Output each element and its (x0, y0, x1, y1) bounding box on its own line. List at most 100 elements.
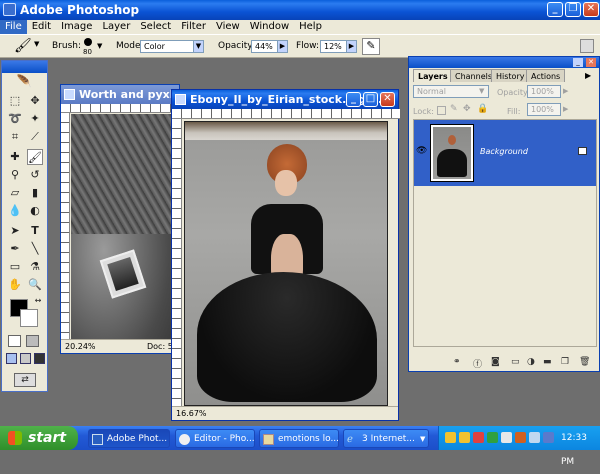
brush-icon[interactable]: 🖌 (14, 38, 32, 54)
tray-icon-6[interactable] (515, 432, 526, 443)
opacity-arrow[interactable]: ▶ (277, 40, 288, 53)
lock-all-icon[interactable]: 🔒 (477, 104, 488, 114)
menu-help[interactable]: Help (294, 20, 327, 34)
menu-image[interactable]: Image (56, 20, 97, 34)
standard-mode-icon[interactable] (8, 335, 21, 347)
marquee-icon[interactable]: ⬚ (7, 93, 23, 109)
fill-arrow[interactable]: ▶ (563, 105, 568, 113)
palette-well-icon[interactable] (580, 39, 594, 53)
adjustment-layer-icon[interactable]: ◑ (527, 357, 535, 367)
menu-view[interactable]: View (211, 20, 245, 34)
swap-colors-icon[interactable]: ↔ (30, 293, 46, 309)
delete-layer-icon[interactable]: 🗑 (579, 357, 590, 367)
panel-minimize-icon[interactable]: _ (573, 58, 583, 67)
shape-icon[interactable]: ╲ (27, 241, 43, 257)
eye-icon[interactable]: 👁 (416, 146, 427, 156)
menu-select[interactable]: Select (135, 20, 176, 34)
volume-icon[interactable] (529, 432, 540, 443)
task-photoshop[interactable]: Adobe Phot... (88, 429, 170, 448)
tab-channels[interactable]: Channels (450, 69, 498, 82)
menu-layer[interactable]: Layer (97, 20, 135, 34)
doc2-close-button[interactable]: ✕ (380, 92, 395, 107)
history-brush-icon[interactable]: ↺ (27, 167, 43, 183)
network-icon[interactable] (543, 432, 554, 443)
layer-set-icon[interactable]: ▭ (511, 357, 520, 367)
type-icon[interactable]: T (27, 223, 43, 239)
lock-image-icon[interactable]: ✎ (450, 104, 458, 114)
blend-mode-select[interactable]: Normal (413, 85, 489, 98)
airbrush-icon[interactable]: ✎ (362, 38, 380, 55)
start-button[interactable]: start (0, 426, 78, 450)
clone-icon[interactable]: ⚲ (7, 167, 23, 183)
eyedropper-icon[interactable]: ⚗ (27, 259, 43, 275)
doc2-title-bar[interactable]: Ebony_II_by_Eirian_stock.jpg ... _ □ ✕ (172, 90, 398, 109)
brush-dropdown[interactable]: ▼ (97, 42, 102, 50)
jump-to-imageready-icon[interactable]: ⇄ (14, 373, 36, 387)
layer-style-icon[interactable]: ⓕ (473, 357, 482, 370)
panel-close-icon[interactable]: ✕ (586, 58, 596, 67)
tab-actions[interactable]: Actions (526, 69, 566, 82)
flow-arrow[interactable]: ▶ (346, 40, 357, 53)
layer-row-background[interactable]: 👁 Background (414, 120, 596, 186)
brush-tool-icon[interactable]: 🖌 (27, 149, 43, 165)
tray-icon-1[interactable] (445, 432, 456, 443)
flow-input[interactable]: 12% (320, 40, 347, 53)
tray-icon-3[interactable] (473, 432, 484, 443)
fill-input[interactable]: 100% (527, 103, 561, 116)
magic-wand-icon[interactable]: ✦ (27, 111, 43, 127)
screen-mode-full-menu-icon[interactable] (20, 353, 31, 364)
doc1-canvas[interactable] (71, 114, 181, 341)
restore-button[interactable]: ❐ (565, 2, 581, 17)
layer-opacity-arrow[interactable]: ▶ (563, 87, 568, 95)
doc2-zoom[interactable]: 16.67% (176, 409, 207, 418)
notes-icon[interactable]: ▭ (7, 259, 23, 275)
lock-transparency-icon[interactable] (437, 106, 446, 115)
slice-icon[interactable]: ⟋ (27, 129, 43, 145)
background-color-swatch[interactable] (20, 309, 38, 327)
lock-position-icon[interactable]: ✥ (463, 104, 471, 114)
clock[interactable]: 12:33 PM (561, 426, 600, 474)
zoom-icon[interactable]: 🔍 (27, 277, 43, 293)
pen-icon[interactable]: ✒ (7, 241, 23, 257)
menu-window[interactable]: Window (245, 20, 294, 34)
new-layer-icon[interactable]: ❐ (561, 357, 569, 367)
crop-icon[interactable]: ⌗ (7, 129, 23, 145)
doc2-canvas[interactable] (184, 121, 388, 406)
lasso-icon[interactable]: ➰ (7, 111, 23, 127)
healing-icon[interactable]: ✚ (7, 149, 23, 165)
layer-name[interactable]: Background (480, 147, 528, 156)
path-select-icon[interactable]: ➤ (7, 223, 23, 239)
panel-menu-icon[interactable]: ▶ (585, 71, 591, 80)
doc2-maximize-button[interactable]: □ (363, 92, 378, 107)
mode-dropdown-arrow[interactable]: ▼ (193, 40, 204, 53)
task-emotions[interactable]: emotions lo... (259, 429, 339, 448)
task-internet[interactable]: ℯ 3 Internet... ▼ (343, 429, 429, 448)
tool-preset-dropdown[interactable]: ▼ (34, 40, 39, 48)
new-set-icon[interactable]: ▬ (543, 357, 552, 367)
tab-layers[interactable]: Layers (413, 69, 453, 82)
dodge-icon[interactable]: ◐ (27, 203, 43, 219)
blur-icon[interactable]: 💧 (7, 203, 23, 219)
layer-opacity-input[interactable]: 100% (527, 85, 561, 98)
doc1-title-bar[interactable]: Worth and pyxleyes (61, 85, 179, 104)
document-window-ebony[interactable]: Ebony_II_by_Eirian_stock.jpg ... _ □ ✕ 1… (171, 89, 400, 421)
document-window-worth[interactable]: Worth and pyxleyes 20.24% Doc: 5 (60, 84, 181, 354)
quickmask-mode-icon[interactable] (26, 335, 39, 347)
opacity-input[interactable]: 44% (251, 40, 278, 53)
feather-logo-icon[interactable]: 🪶 (16, 73, 32, 89)
menu-filter[interactable]: Filter (176, 20, 211, 34)
doc1-zoom[interactable]: 20.24% (65, 342, 96, 351)
link-layers-icon[interactable]: ⚭ (453, 357, 461, 367)
tray-icon-5[interactable] (501, 432, 512, 443)
gradient-icon[interactable]: ▮ (27, 185, 43, 201)
blend-mode-dropdown-arrow[interactable]: ▼ (479, 87, 484, 95)
screen-mode-full-icon[interactable] (34, 353, 45, 364)
screen-mode-standard-icon[interactable] (6, 353, 17, 364)
tray-icon-4[interactable] (487, 432, 498, 443)
tab-history[interactable]: History (491, 69, 530, 82)
tray-icon-2[interactable] (459, 432, 470, 443)
doc2-minimize-button[interactable]: _ (346, 92, 361, 107)
mode-select[interactable]: Color (140, 40, 194, 53)
minimize-button[interactable]: _ (547, 2, 563, 17)
brush-preview[interactable] (84, 38, 92, 46)
